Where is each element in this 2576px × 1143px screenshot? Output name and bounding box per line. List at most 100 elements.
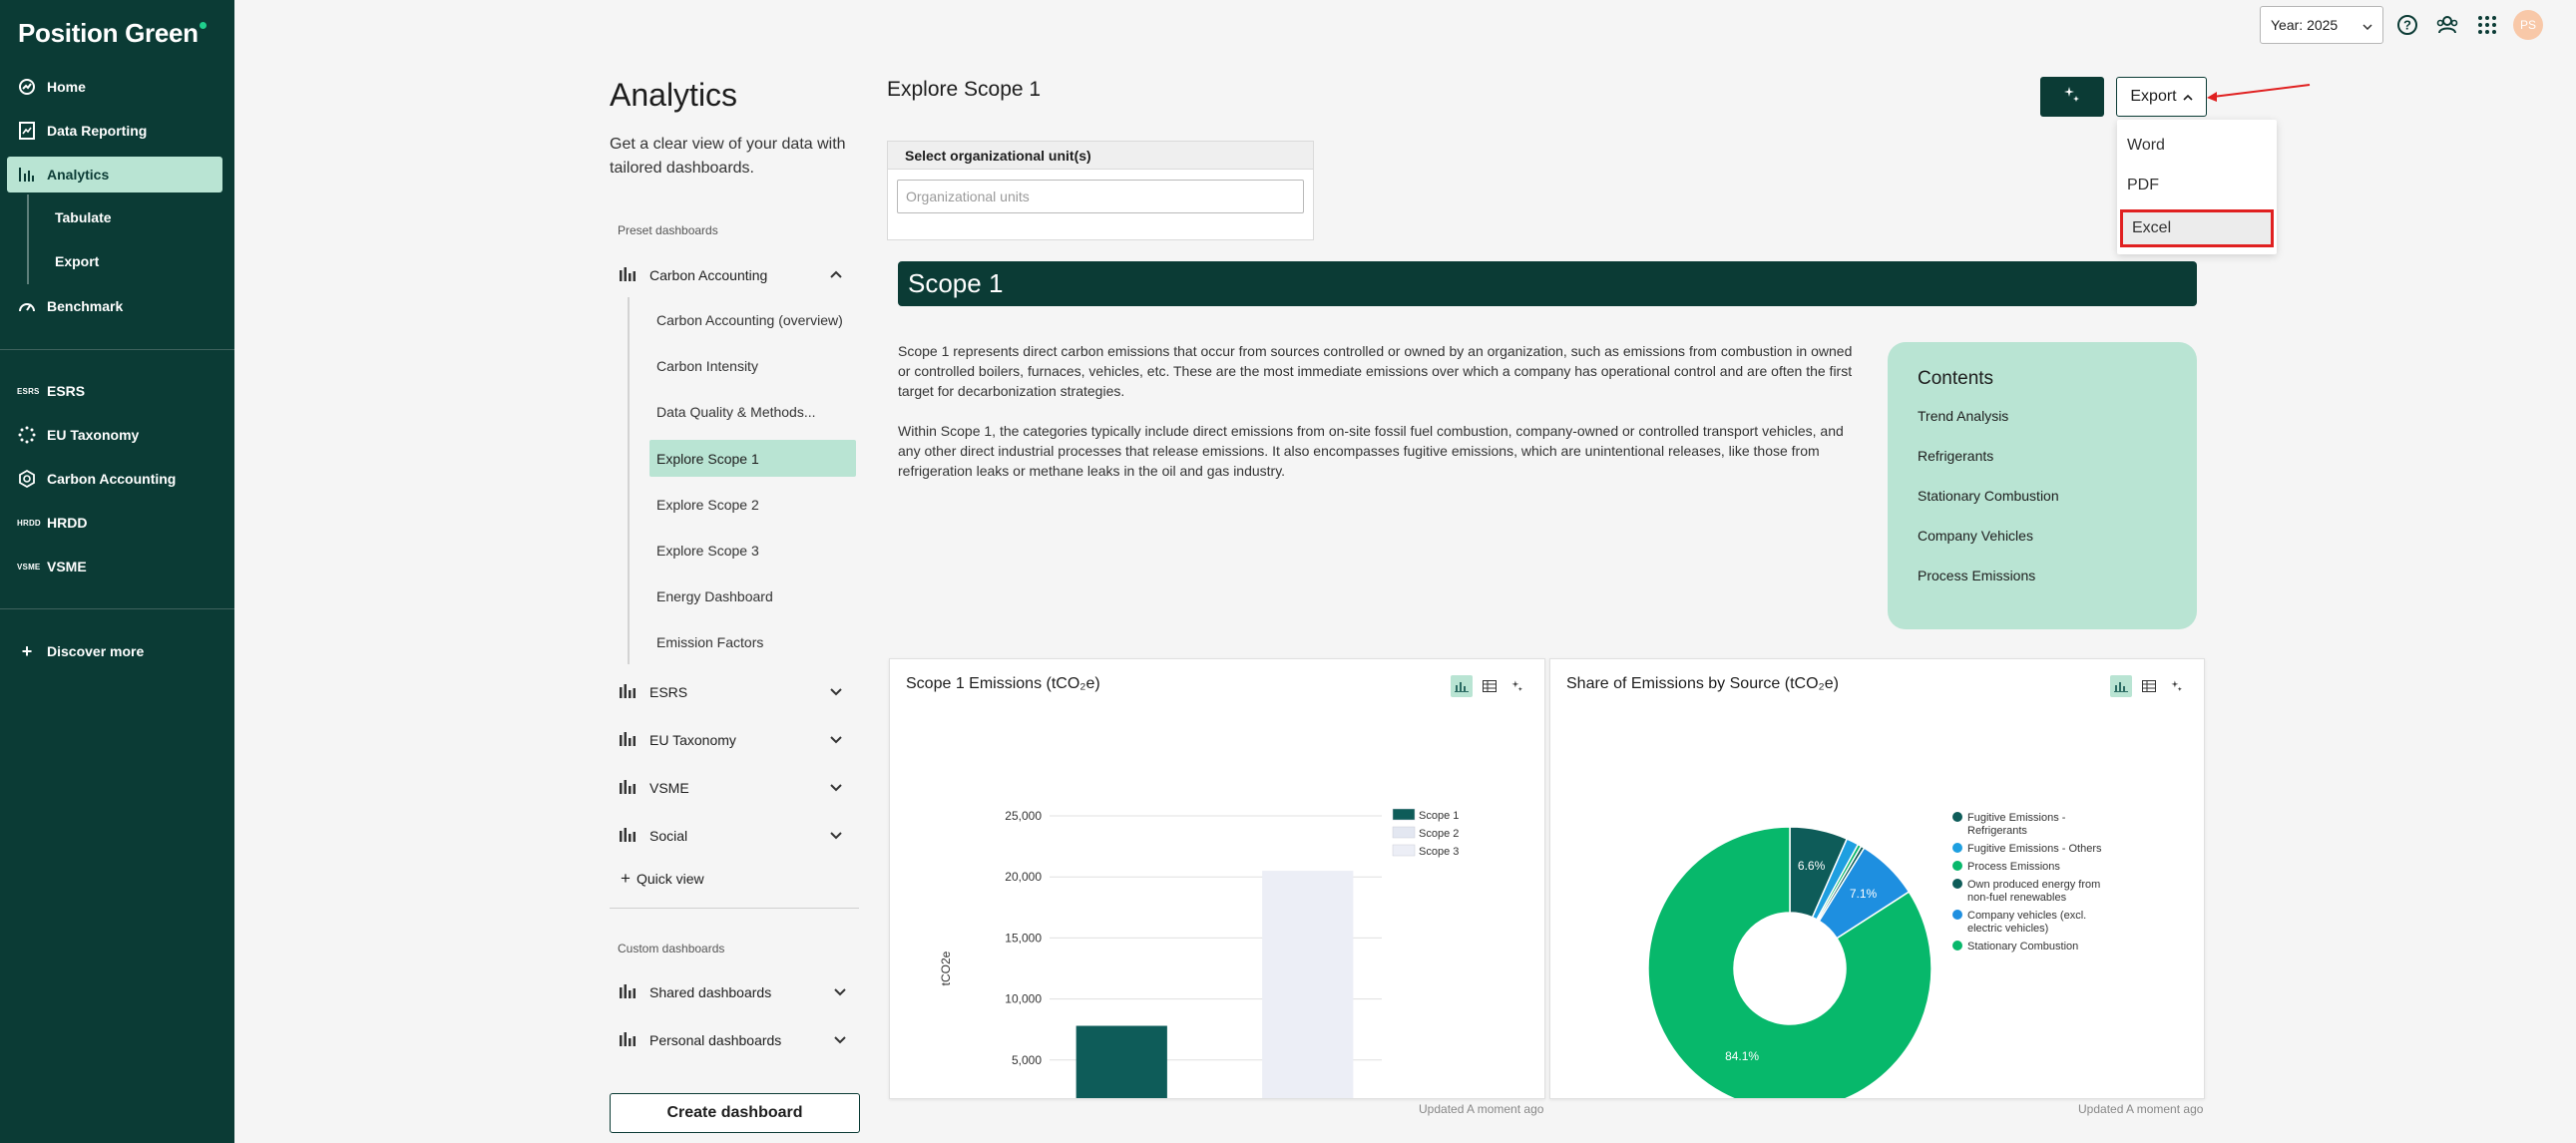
card-tools <box>2110 675 2188 697</box>
export-button[interactable]: Export <box>2116 77 2207 117</box>
vsme-tag-icon: VSME <box>17 562 41 572</box>
community-icon[interactable] <box>2434 12 2460 38</box>
hrdd-tag-icon: HRDD <box>17 518 41 528</box>
legend-swatch <box>1392 844 1416 857</box>
nav-benchmark[interactable]: Benchmark <box>7 288 222 324</box>
scope1-emissions-card: Scope 1 Emissions (tCO₂e) 05,00010,00015… <box>889 658 1545 1099</box>
brand-logo[interactable]: Position Green <box>18 18 207 49</box>
nav-hrdd[interactable]: HRDD HRDD <box>7 505 222 541</box>
bar-chart-icon <box>620 1031 638 1049</box>
sidebar: Position Green Home Data Reporting Analy… <box>0 0 234 1143</box>
bar-chart-icon <box>620 731 638 749</box>
user-avatar[interactable]: PS <box>2513 10 2543 40</box>
group-esrs[interactable]: ESRS <box>620 677 855 707</box>
nav-eu-taxonomy[interactable]: EU Taxonomy <box>7 417 222 453</box>
bar-chart-title: Scope 1 Emissions (tCO₂e) <box>906 675 1100 692</box>
legend-marker <box>1952 941 1962 951</box>
dash-explore-scope-3[interactable]: Explore Scope 3 <box>649 532 856 569</box>
dash-explore-scope-1[interactable]: Explore Scope 1 <box>649 440 856 477</box>
contents-link-stationary[interactable]: Stationary Combustion <box>1918 482 2167 522</box>
dash-energy[interactable]: Energy Dashboard <box>649 577 856 614</box>
chevron-up-icon <box>2183 88 2193 106</box>
group-social[interactable]: Social <box>620 821 855 851</box>
sparkle-icon[interactable] <box>1506 675 1528 697</box>
eu-taxonomy-icon <box>17 426 37 444</box>
export-excel-option[interactable]: Excel <box>2120 209 2274 247</box>
nav-divider-2 <box>0 608 234 609</box>
group-shared-dashboards[interactable]: Shared dashboards <box>620 977 855 1007</box>
nav-discover-more[interactable]: + Discover more <box>7 633 222 669</box>
chevron-down-icon <box>829 732 843 749</box>
bar-chart: 05,00010,00015,00020,00025,000tCO2e2025S… <box>939 808 1459 1098</box>
nav-home-label: Home <box>47 79 86 95</box>
ai-sparkle-button[interactable] <box>2040 77 2104 117</box>
group-esrs-label: ESRS <box>649 684 688 700</box>
create-dashboard-button[interactable]: Create dashboard <box>610 1093 860 1133</box>
chevron-down-icon <box>2362 17 2372 33</box>
dash-emission-factors[interactable]: Emission Factors <box>649 623 856 660</box>
legend-swatch <box>1392 808 1416 821</box>
apps-grid-icon[interactable] <box>2474 12 2500 38</box>
export-pdf-option[interactable]: PDF <box>2127 177 2159 194</box>
nav-home[interactable]: Home <box>7 69 222 105</box>
nav-esrs-label: ESRS <box>47 383 86 399</box>
quick-view-button[interactable]: + Quick view <box>621 869 704 889</box>
group-carbon-accounting[interactable]: Carbon Accounting <box>620 260 855 290</box>
table-view-icon[interactable] <box>1479 675 1501 697</box>
chevron-down-icon <box>829 828 843 845</box>
chart-view-icon[interactable] <box>2110 675 2132 697</box>
legend-marker <box>1952 861 1962 871</box>
benchmark-icon <box>17 298 37 314</box>
contents-link-process[interactable]: Process Emissions <box>1918 562 2167 601</box>
esrs-tag-icon: ESRS <box>17 386 40 396</box>
scope-banner: Scope 1 <box>898 261 2197 306</box>
table-view-icon[interactable] <box>2138 675 2160 697</box>
org-unit-label: Select organizational unit(s) <box>888 142 1313 170</box>
group-vsme[interactable]: VSME <box>620 773 855 803</box>
bar-scope-3[interactable] <box>1262 871 1354 1098</box>
help-icon[interactable]: ? <box>2394 12 2420 38</box>
year-select[interactable]: Year: 2025 <box>2260 6 2383 44</box>
org-unit-input[interactable]: Organizational units <box>897 180 1304 213</box>
nav-tree-line <box>27 194 29 284</box>
nav-carbon-accounting[interactable]: Carbon Accounting <box>7 461 222 497</box>
nav-benchmark-label: Benchmark <box>47 298 124 314</box>
group-eu-taxonomy[interactable]: EU Taxonomy <box>620 725 855 755</box>
dash-carbon-intensity[interactable]: Carbon Intensity <box>649 347 856 384</box>
contents-link-refrigerants[interactable]: Refrigerants <box>1918 442 2167 482</box>
legend-label: Scope 1 <box>1419 810 1459 822</box>
nav-divider <box>0 349 234 350</box>
nav-eu-taxonomy-label: EU Taxonomy <box>47 427 140 443</box>
contents-link-trend[interactable]: Trend Analysis <box>1918 402 2167 442</box>
dash-data-quality[interactable]: Data Quality & Methods... <box>649 393 856 430</box>
contents-panel: Contents Trend Analysis Refrigerants Sta… <box>1888 342 2197 629</box>
legend-label: Company vehicles (excl. electric vehicles… <box>1967 910 2086 935</box>
carbon-accounting-icon <box>17 470 37 488</box>
intro-paragraph-1: Scope 1 represents direct carbon emissio… <box>898 343 1853 399</box>
chart-view-icon[interactable] <box>1451 675 1473 697</box>
nav-data-reporting[interactable]: Data Reporting <box>7 113 222 149</box>
nav-vsme[interactable]: VSME VSME <box>7 549 222 584</box>
nav-tabulate[interactable]: Tabulate <box>55 209 112 225</box>
page-title: Analytics <box>610 77 738 113</box>
left-divider <box>610 908 859 909</box>
y-axis-label: tCO2e <box>939 951 953 985</box>
group-personal-dashboards[interactable]: Personal dashboards <box>620 1025 855 1055</box>
contents-link-vehicles[interactable]: Company Vehicles <box>1918 522 2167 562</box>
nav-export[interactable]: Export <box>55 253 99 269</box>
contents-title: Contents <box>1918 368 1994 389</box>
intro-paragraph-2: Within Scope 1, the categories typically… <box>898 423 1844 479</box>
group-carbon-accounting-label: Carbon Accounting <box>649 267 768 283</box>
bar-chart-icon <box>620 683 638 701</box>
dash-explore-scope-2[interactable]: Explore Scope 2 <box>649 486 856 523</box>
group-shared-label: Shared dashboards <box>649 984 772 1000</box>
group-personal-label: Personal dashboards <box>649 1032 782 1048</box>
export-word-option[interactable]: Word <box>2127 137 2165 155</box>
svg-text:?: ? <box>2403 18 2411 33</box>
preset-dashboards-label: Preset dashboards <box>618 223 718 237</box>
nav-esrs[interactable]: ESRS ESRS <box>7 373 222 409</box>
nav-analytics[interactable]: Analytics <box>7 157 222 192</box>
dash-carbon-overview[interactable]: Carbon Accounting (overview) <box>649 301 856 338</box>
sparkle-icon[interactable] <box>2166 675 2188 697</box>
bar-scope-1[interactable] <box>1075 1025 1167 1098</box>
